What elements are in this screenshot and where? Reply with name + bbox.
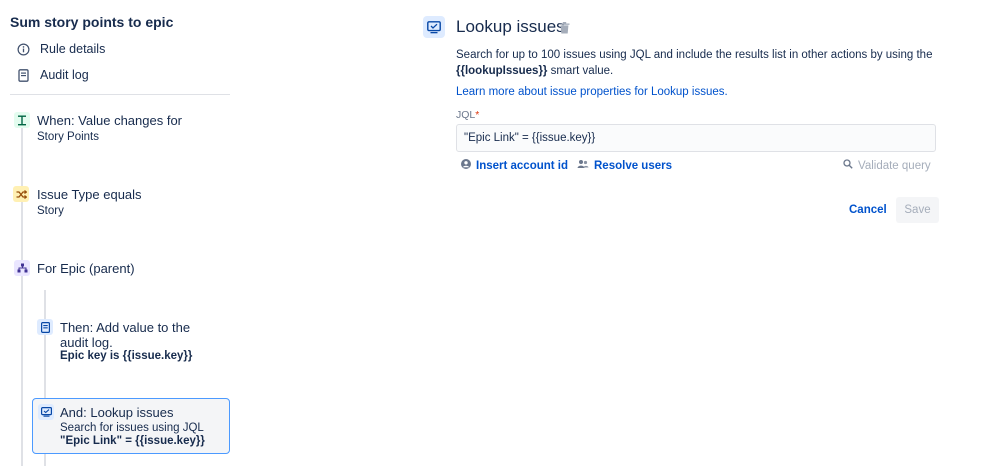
trigger-icon [14,112,30,128]
jql-query-input[interactable]: "Epic Link" = {{issue.key}} [456,124,936,152]
delete-trash-icon[interactable] [559,21,571,34]
step-branch[interactable]: For Epic (parent) [0,256,230,282]
menu-item-label: Rule details [40,42,106,56]
search-icon [843,159,853,172]
validate-query-button[interactable]: Validate query [843,159,931,172]
menu-item-rule-details[interactable]: Rule details [16,42,105,56]
flow-connector-line [21,112,23,466]
document-icon [16,68,30,82]
hierarchy-icon [14,260,30,276]
step-subtitle: Epic key is {{issue.key}} [60,350,193,362]
rule-title: Sum story points to epic [10,14,174,30]
step-subtitle-line1: Search for issues using JQL [60,422,204,434]
step-subtitle-line2: "Epic Link" = {{issue.key}} [60,435,205,447]
monitor-icon [38,404,54,420]
user-circle-icon [461,159,471,172]
step-subtitle: Story [37,205,64,217]
step-title: And: Lookup issues [60,405,174,420]
shuffle-icon [13,186,29,202]
rule-sidebar: Sum story points to epic Rule details Au… [0,0,240,466]
step-action-audit-log[interactable]: Then: Add value to the audit log. Epic k… [30,316,230,366]
cancel-button[interactable]: Cancel [842,199,894,221]
panel-title: Lookup issues [456,17,565,36]
info-icon [16,42,30,56]
step-title: When: Value changes for [37,113,183,128]
menu-item-audit-log[interactable]: Audit log [16,68,89,82]
sidebar-divider [10,94,230,95]
step-title: Issue Type equals [37,187,142,202]
step-title: For Epic (parent) [37,261,135,276]
menu-item-label: Audit log [40,68,89,82]
step-subtitle: Story Points [37,131,99,143]
step-action-lookup-issues[interactable]: And: Lookup issues Search for issues usi… [32,398,230,454]
required-marker: * [475,109,480,121]
save-button[interactable]: Save [896,197,939,223]
insert-account-id-button[interactable]: Insert account id [461,159,568,172]
step-title-line1: Then: Add value to the [60,320,191,335]
step-condition[interactable]: Issue Type equals Story [0,182,230,222]
jql-label: JQL* [456,109,480,121]
monitor-icon [423,16,445,38]
step-trigger[interactable]: When: Value changes for Story Points [0,108,230,148]
panel-description: Search for up to 100 issues using JQL an… [456,49,933,77]
step-title-line2: audit log. [60,335,113,350]
document-icon [37,319,53,335]
people-icon [577,159,589,172]
resolve-users-button[interactable]: Resolve users [577,159,672,172]
learn-more-link[interactable]: Learn more about issue properties for Lo… [456,86,728,98]
smart-value-name: {{lookupIssues}} [456,65,548,77]
